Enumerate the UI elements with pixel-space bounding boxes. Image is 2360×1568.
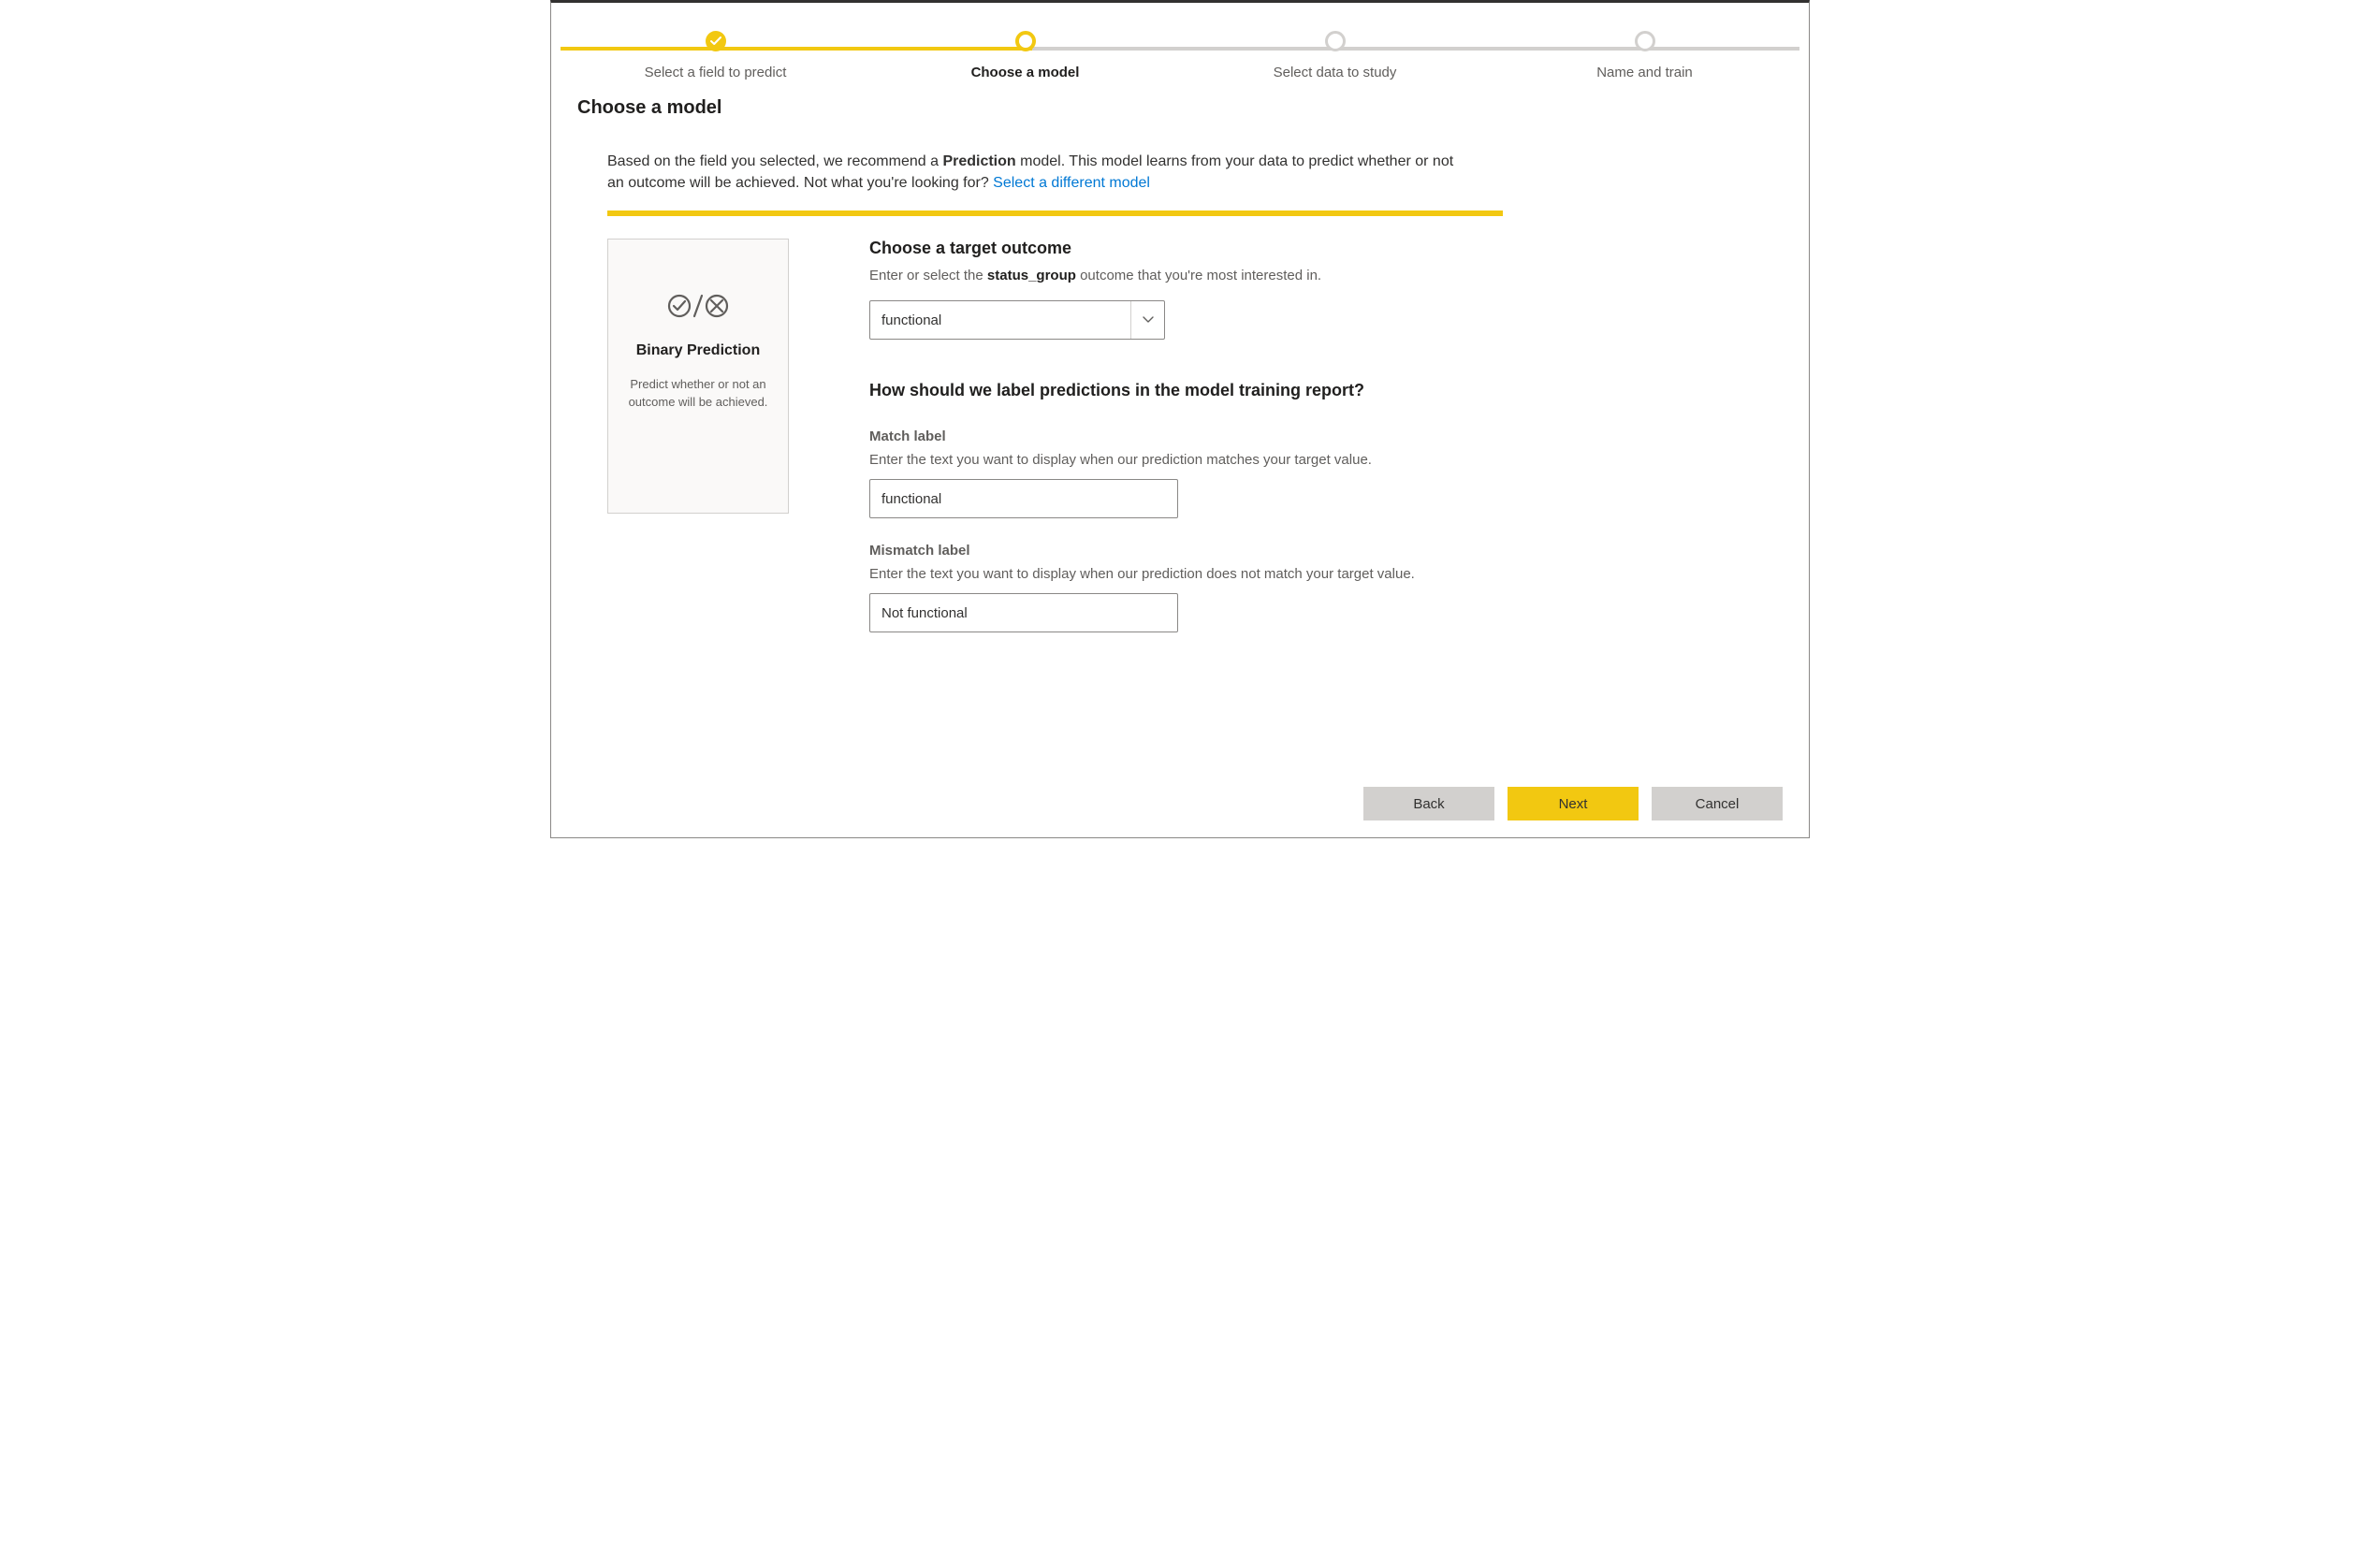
chevron-down-icon	[1143, 316, 1154, 324]
model-card-title: Binary Prediction	[636, 342, 760, 359]
content-area: Binary Prediction Predict whether or not…	[551, 239, 1809, 657]
model-type-card[interactable]: Binary Prediction Predict whether or not…	[607, 239, 789, 514]
step-circle-upcoming-icon	[1325, 31, 1346, 51]
target-outcome-dropdown-button[interactable]	[1130, 301, 1164, 339]
page-title: Choose a model	[551, 92, 1809, 119]
accent-bar	[607, 211, 1503, 216]
step-label: Name and train	[1490, 65, 1799, 80]
step-label: Select a field to predict	[561, 65, 870, 80]
wizard-dialog: Select a field to predict Choose a model…	[550, 0, 1810, 838]
target-outcome-input[interactable]	[870, 312, 1130, 328]
step-1[interactable]: Select a field to predict	[561, 31, 870, 80]
target-field-name: status_group	[987, 268, 1076, 283]
intro-text: Based on the field you selected, we reco…	[551, 119, 1515, 211]
target-sub-prefix: Enter or select the	[869, 268, 987, 283]
target-outcome-heading: Choose a target outcome	[869, 239, 1753, 258]
model-card-desc: Predict whether or not an outcome will b…	[621, 376, 775, 412]
step-2[interactable]: Choose a model	[870, 31, 1180, 80]
step-circle-upcoming-icon	[1635, 31, 1655, 51]
step-3[interactable]: Select data to study	[1180, 31, 1490, 80]
next-button[interactable]: Next	[1508, 787, 1639, 820]
target-outcome-combo[interactable]	[869, 300, 1165, 340]
cancel-button[interactable]: Cancel	[1652, 787, 1783, 820]
labels-heading: How should we label predictions in the m…	[869, 381, 1753, 400]
step-circle-current-icon	[1015, 31, 1036, 51]
match-label-title: Match label	[869, 428, 1753, 444]
footer-buttons: Back Next Cancel	[1363, 787, 1783, 820]
mismatch-label-input[interactable]	[869, 593, 1178, 632]
step-label: Select data to study	[1180, 65, 1490, 80]
binary-prediction-icon	[666, 292, 730, 320]
target-sub-suffix: outcome that you're most interested in.	[1076, 268, 1321, 283]
intro-prefix: Based on the field you selected, we reco…	[607, 153, 942, 169]
form-column: Choose a target outcome Enter or select …	[869, 239, 1753, 657]
match-label-input[interactable]	[869, 479, 1178, 518]
step-4[interactable]: Name and train	[1490, 31, 1799, 80]
step-label: Choose a model	[870, 65, 1180, 80]
select-different-model-link[interactable]: Select a different model	[993, 175, 1150, 191]
back-button[interactable]: Back	[1363, 787, 1494, 820]
mismatch-label-title: Mismatch label	[869, 543, 1753, 559]
mismatch-label-help: Enter the text you want to display when …	[869, 566, 1753, 582]
checkmark-icon	[706, 31, 726, 51]
intro-model-word: Prediction	[942, 153, 1015, 169]
step-track-fill	[561, 47, 1032, 51]
match-label-help: Enter the text you want to display when …	[869, 452, 1753, 468]
target-outcome-sub: Enter or select the status_group outcome…	[869, 268, 1753, 283]
